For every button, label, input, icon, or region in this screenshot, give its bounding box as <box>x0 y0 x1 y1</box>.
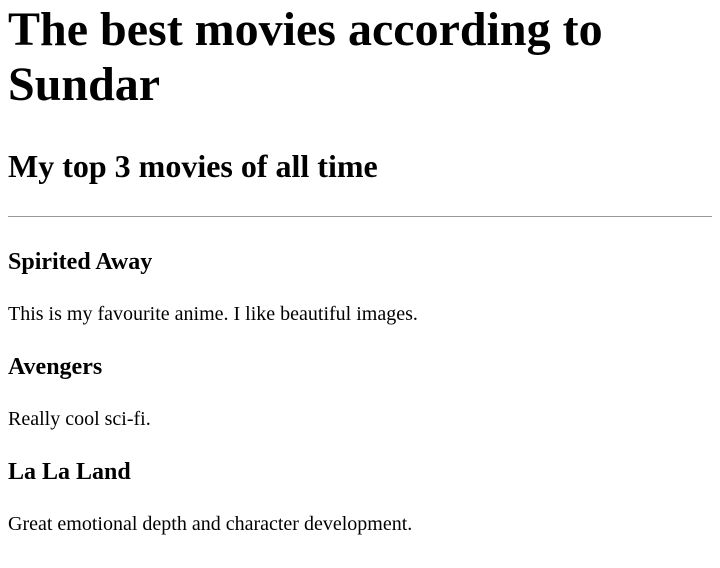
movie-title-la-la-land: La La Land <box>8 459 131 485</box>
movie-description-la-la-land: Great emotional depth and character deve… <box>8 513 413 535</box>
movie-description-spirited-away: This is my favourite anime. I like beaut… <box>8 303 418 325</box>
page-subtitle: My top 3 movies of all time <box>8 148 378 184</box>
movie-title-avengers: Avengers <box>8 354 103 380</box>
movie-description-avengers: Really cool sci-fi. <box>8 408 151 430</box>
page-content: The best movies according to Sundar My t… <box>0 2 720 536</box>
page-title: The best movies according to Sundar <box>8 3 603 111</box>
section-divider <box>8 216 712 217</box>
movie-title-spirited-away: Spirited Away <box>8 249 153 275</box>
